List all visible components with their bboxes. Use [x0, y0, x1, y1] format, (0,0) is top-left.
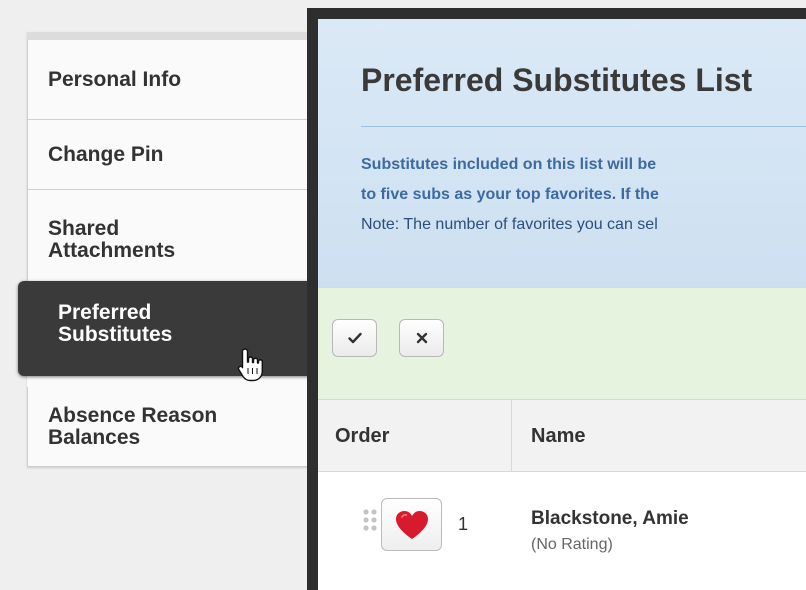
sidebar-item-label-line1: Shared	[48, 216, 120, 240]
check-icon	[347, 332, 362, 344]
table-row: 1 Blackstone, Amie (No Rating)	[318, 472, 806, 590]
title-divider	[361, 126, 806, 127]
preferred-substitutes-panel: Preferred Substitutes List Substitutes i…	[307, 8, 806, 590]
hand-pointer-cursor-icon	[237, 348, 263, 382]
sidebar-item-label-line1: Absence Reason	[48, 403, 218, 427]
sidebar-item-absence-reason-balances[interactable]: Absence Reason Balances	[27, 387, 327, 467]
order-number: 1	[458, 514, 469, 534]
sidebar-item-label: Change Pin	[48, 142, 164, 166]
sidebar-item-preferred-substitutes[interactable]: Preferred Substitutes	[18, 281, 318, 376]
sidebar-nav: Personal Info Change Pin Shared Attachme…	[27, 32, 327, 467]
description-line-3: Note: The number of favorites you can se…	[361, 216, 658, 233]
sidebar-item-label-line1: Preferred	[58, 301, 152, 324]
sidebar-item-personal-info[interactable]: Personal Info	[27, 40, 327, 120]
sidebar-item-change-pin[interactable]: Change Pin	[27, 120, 327, 190]
sidebar-item-label: Absence Reason Balances	[48, 403, 218, 449]
substitute-name: Blackstone, Amie	[531, 508, 689, 529]
save-button[interactable]	[332, 319, 377, 357]
column-header-order[interactable]: Order	[335, 400, 389, 473]
action-toolbar	[318, 287, 806, 399]
sidebar-item-label: Shared Attachments	[48, 216, 176, 262]
heart-icon	[395, 510, 428, 539]
description-line-2: to five subs as your top favorites. If t…	[361, 186, 659, 203]
column-header-name[interactable]: Name	[531, 400, 585, 473]
sidebar-item-label-line2: Substitutes	[58, 323, 173, 346]
sidebar-item-shared-attachments[interactable]: Shared Attachments	[27, 190, 327, 290]
sidebar-item-label-line2: Attachments	[48, 238, 176, 262]
x-icon	[416, 332, 427, 344]
favorite-toggle-button[interactable]	[381, 498, 442, 551]
description-line-1: Substitutes included on this list will b…	[361, 156, 657, 173]
sidebar-item-label: Personal Info	[48, 67, 182, 91]
sidebar-item-label-line2: Balances	[48, 425, 141, 449]
drag-handle-icon[interactable]	[362, 507, 382, 541]
table-header: Order Name	[318, 399, 806, 472]
panel-header: Preferred Substitutes List Substitutes i…	[318, 19, 806, 287]
page-title: Preferred Substitutes List	[361, 62, 753, 98]
cancel-button[interactable]	[399, 319, 444, 357]
substitute-rating: (No Rating)	[531, 536, 613, 553]
